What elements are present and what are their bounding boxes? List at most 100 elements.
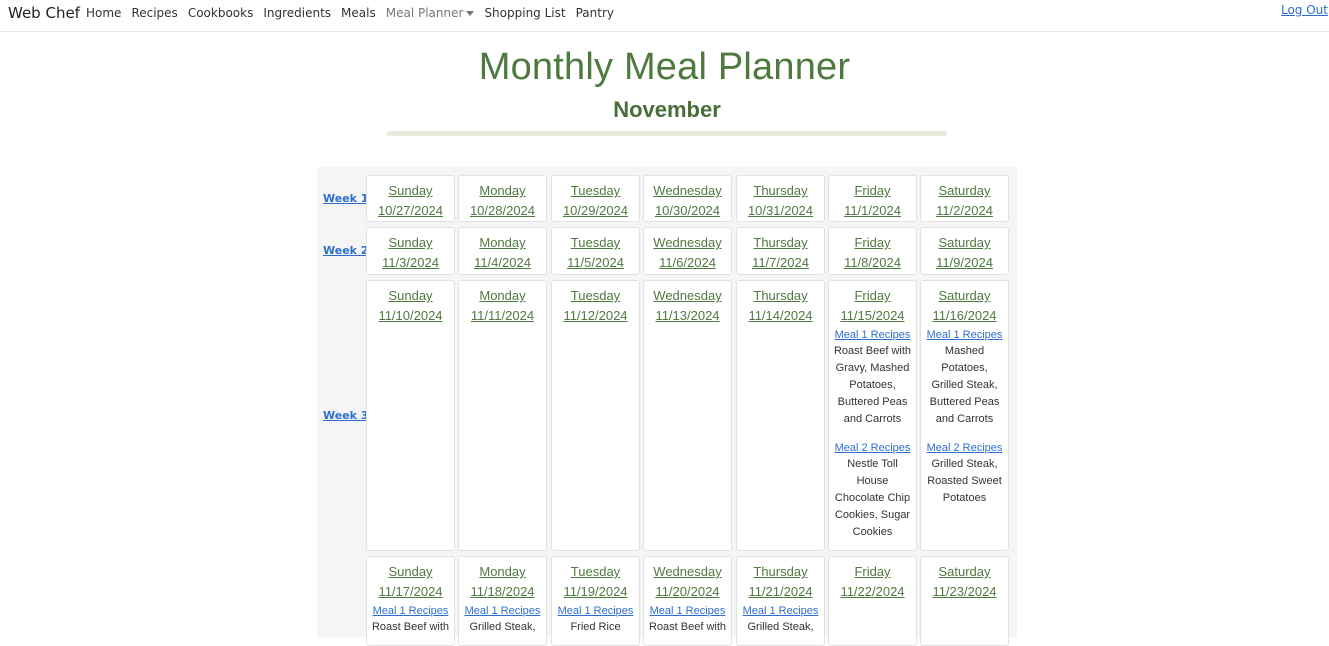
day-cell: Friday 11/15/2024 Meal 1 Recipes Roast Beef… <box>828 280 917 551</box>
day-date-link[interactable]: 11/11/2024 <box>459 306 546 326</box>
nav-shopping-list[interactable]: Shopping List <box>484 6 565 20</box>
day-name-link[interactable]: Saturday <box>921 562 1008 582</box>
day-cell: Sunday 11/10/2024 <box>366 280 455 551</box>
day-cell: Friday 11/8/2024 <box>828 227 917 275</box>
logout-link[interactable]: Log Out <box>1281 3 1328 17</box>
meal-recipes-link[interactable]: Meal 1 Recipes <box>921 327 1008 343</box>
day-date-link[interactable]: 11/18/2024 <box>459 582 546 602</box>
day-date-link[interactable]: 11/6/2024 <box>644 253 731 273</box>
day-name-link[interactable]: Wednesday <box>644 233 731 253</box>
day-date-link[interactable]: 10/28/2024 <box>459 201 546 221</box>
day-date-link[interactable]: 11/9/2024 <box>921 253 1008 273</box>
day-date-link[interactable]: 10/27/2024 <box>367 201 454 221</box>
day-name-link[interactable]: Tuesday <box>552 233 639 253</box>
day-name-link[interactable]: Monday <box>459 562 546 582</box>
day-name-link[interactable]: Wednesday <box>644 562 731 582</box>
day-cell: Monday 11/18/2024 Meal 1 Recipes Grilled St… <box>458 556 547 646</box>
day-date-link[interactable]: 10/30/2024 <box>644 201 731 221</box>
day-name-link[interactable]: Saturday <box>921 233 1008 253</box>
day-name-link[interactable]: Sunday <box>367 286 454 306</box>
day-date-link[interactable]: 11/16/2024 <box>921 306 1008 326</box>
day-date-link[interactable]: 11/19/2024 <box>552 582 639 602</box>
day-date-link[interactable]: 11/22/2024 <box>829 582 916 602</box>
day-name-link[interactable]: Sunday <box>367 181 454 201</box>
nav-cookbooks[interactable]: Cookbooks <box>188 6 254 20</box>
day-date-link[interactable]: 11/10/2024 <box>367 306 454 326</box>
meal-spacer <box>921 428 1008 439</box>
day-cell: Wednesday 11/13/2024 <box>643 280 732 551</box>
day-date-link[interactable]: 11/8/2024 <box>829 253 916 273</box>
day-name-link[interactable]: Wednesday <box>644 181 731 201</box>
day-name-link[interactable]: Monday <box>459 233 546 253</box>
day-date-link[interactable]: 11/4/2024 <box>459 253 546 273</box>
day-name-link[interactable]: Friday <box>829 181 916 201</box>
day-date-link[interactable]: 11/20/2024 <box>644 582 731 602</box>
meal-description: Roast Beef with <box>648 621 727 633</box>
nav-pantry[interactable]: Pantry <box>576 6 614 20</box>
meal-description: Grilled Steak, <box>469 621 536 633</box>
nav-ingredients[interactable]: Ingredients <box>263 6 331 20</box>
week-link[interactable]: Week 2 <box>323 244 368 257</box>
day-date-link[interactable]: 11/23/2024 <box>921 582 1008 602</box>
brand-link[interactable]: Web Chef <box>8 4 80 22</box>
day-cell: Monday 11/4/2024 <box>458 227 547 275</box>
day-date-link[interactable]: 11/1/2024 <box>829 201 916 221</box>
header-divider <box>387 131 947 136</box>
week-link[interactable]: Week 1 <box>323 192 368 205</box>
day-name-link[interactable]: Sunday <box>367 562 454 582</box>
navbar: Web Chef Home Recipes Cookbooks Ingredie… <box>0 0 1329 32</box>
meal-description: Roast Beef with <box>371 621 450 633</box>
meal-recipes-link[interactable]: Meal 1 Recipes <box>737 603 824 619</box>
day-name-link[interactable]: Monday <box>459 286 546 306</box>
day-date-link[interactable]: 11/17/2024 <box>367 582 454 602</box>
day-cell: Monday 10/28/2024 <box>458 175 547 222</box>
day-date-link[interactable]: 11/5/2024 <box>552 253 639 273</box>
day-cell: Tuesday 10/29/2024 <box>551 175 640 222</box>
day-name-link[interactable]: Tuesday <box>552 286 639 306</box>
day-cell: Monday 11/11/2024 <box>458 280 547 551</box>
day-name-link[interactable]: Saturday <box>921 181 1008 201</box>
nav-recipes[interactable]: Recipes <box>131 6 177 20</box>
day-name-link[interactable]: Tuesday <box>552 181 639 201</box>
day-date-link[interactable]: 11/15/2024 <box>829 306 916 326</box>
nav-home[interactable]: Home <box>86 6 121 20</box>
day-date-link[interactable]: 11/21/2024 <box>737 582 824 602</box>
day-name-link[interactable]: Friday <box>829 562 916 582</box>
day-name-link[interactable]: Sunday <box>367 233 454 253</box>
day-name-link[interactable]: Thursday <box>737 233 824 253</box>
day-cell: Sunday 11/17/2024 Meal 1 Recipes Roast Beef… <box>366 556 455 646</box>
nav-meals[interactable]: Meals <box>341 6 376 20</box>
day-date-link[interactable]: 11/3/2024 <box>367 253 454 273</box>
meal-recipes-link[interactable]: Meal 1 Recipes <box>367 603 454 619</box>
day-date-link[interactable]: 11/13/2024 <box>644 306 731 326</box>
day-date-link[interactable]: 11/7/2024 <box>737 253 824 273</box>
day-cell: Wednesday 10/30/2024 <box>643 175 732 222</box>
day-name-link[interactable]: Thursday <box>737 562 824 582</box>
day-name-link[interactable]: Wednesday <box>644 286 731 306</box>
day-name-link[interactable]: Tuesday <box>552 562 639 582</box>
meal-recipes-link[interactable]: Meal 2 Recipes <box>921 440 1008 456</box>
day-cell: Thursday 11/14/2024 <box>736 280 825 551</box>
day-date-link[interactable]: 11/14/2024 <box>737 306 824 326</box>
day-name-link[interactable]: Saturday <box>921 286 1008 306</box>
meal-recipes-link[interactable]: Meal 1 Recipes <box>829 327 916 343</box>
day-cell: Wednesday 11/6/2024 <box>643 227 732 275</box>
day-date-link[interactable]: 10/31/2024 <box>737 201 824 221</box>
day-name-link[interactable]: Friday <box>829 286 916 306</box>
meal-recipes-link[interactable]: Meal 2 Recipes <box>829 440 916 456</box>
day-date-link[interactable]: 11/12/2024 <box>552 306 639 326</box>
week-link[interactable]: Week 3 <box>323 409 368 422</box>
nav-meal-planner-dropdown[interactable]: Meal Planner <box>386 6 475 20</box>
meal-description: Mashed Potatoes, Grilled Steak, Buttered… <box>929 345 1000 425</box>
meal-recipes-link[interactable]: Meal 1 Recipes <box>459 603 546 619</box>
day-date-link[interactable]: 10/29/2024 <box>552 201 639 221</box>
day-cell: Saturday 11/9/2024 <box>920 227 1009 275</box>
meal-recipes-link[interactable]: Meal 1 Recipes <box>552 603 639 619</box>
day-name-link[interactable]: Thursday <box>737 286 824 306</box>
day-name-link[interactable]: Friday <box>829 233 916 253</box>
day-cell: Sunday 11/3/2024 <box>366 227 455 275</box>
day-date-link[interactable]: 11/2/2024 <box>921 201 1008 221</box>
day-name-link[interactable]: Monday <box>459 181 546 201</box>
day-name-link[interactable]: Thursday <box>737 181 824 201</box>
meal-recipes-link[interactable]: Meal 1 Recipes <box>644 603 731 619</box>
